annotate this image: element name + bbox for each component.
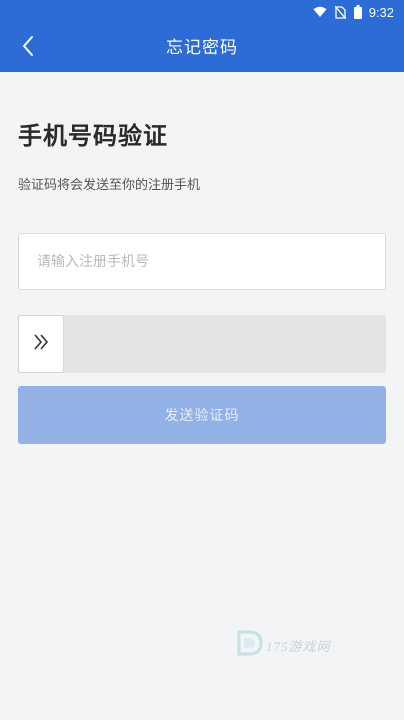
back-button[interactable] xyxy=(10,30,46,66)
send-code-button[interactable]: 发送验证码 xyxy=(18,386,386,444)
status-bar: 9:32 xyxy=(0,0,404,24)
page-title: 忘记密码 xyxy=(166,38,238,58)
watermark-text: 175游戏网 xyxy=(266,638,331,654)
nav-bar: 忘记密码 xyxy=(0,24,404,72)
status-time: 9:32 xyxy=(368,4,394,20)
d-logo-icon xyxy=(234,628,264,662)
battery-icon xyxy=(353,5,362,19)
watermark: 175游戏网 xyxy=(234,628,358,662)
chevron-left-icon xyxy=(21,35,35,61)
slide-verify-handle[interactable] xyxy=(18,315,64,373)
wifi-icon xyxy=(313,6,327,18)
slide-verify-track[interactable] xyxy=(18,315,386,373)
section-heading: 手机号码验证 xyxy=(18,122,168,150)
phone-number-input[interactable] xyxy=(18,233,386,290)
no-sim-icon xyxy=(334,5,346,19)
double-chevron-right-icon xyxy=(33,333,49,355)
section-subtext: 验证码将会发送至你的注册手机 xyxy=(18,178,201,193)
